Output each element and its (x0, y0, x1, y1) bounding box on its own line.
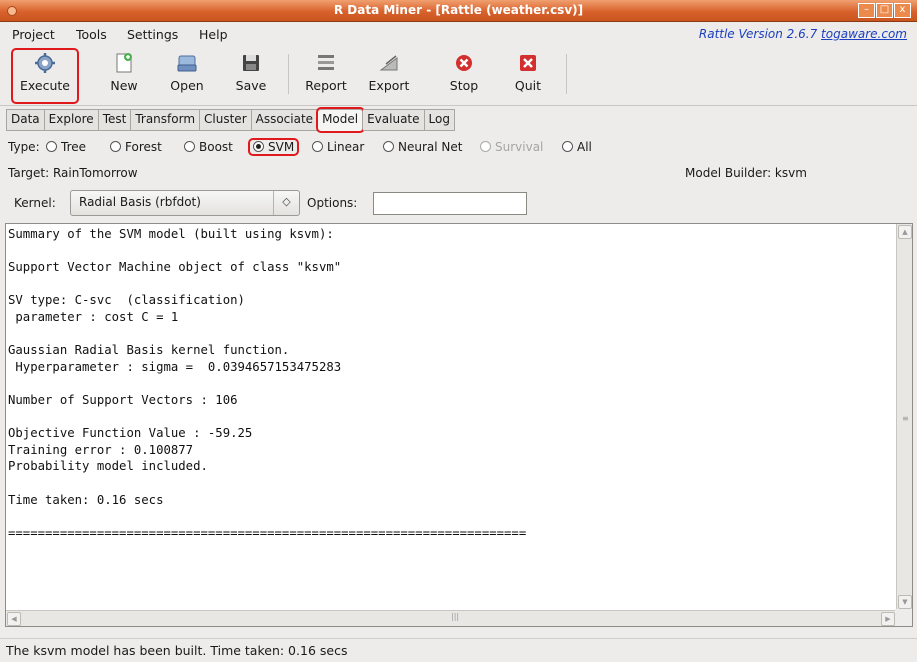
radio-label: Tree (61, 140, 87, 154)
radio-indicator (46, 141, 57, 152)
toolbar: Execute New Open Save Report Export Stop… (0, 46, 917, 106)
radio-label: All (577, 140, 592, 154)
scroll-up-icon[interactable]: ▲ (898, 225, 912, 239)
menu-settings[interactable]: Settings (127, 27, 178, 42)
title-bar: R Data Miner - [Rattle (weather.csv)] – … (0, 0, 917, 22)
save-label: Save (235, 78, 267, 93)
toolbar-separator (288, 54, 289, 94)
quit-icon (517, 52, 539, 74)
kernel-label: Kernel: (14, 196, 56, 210)
open-label: Open (170, 78, 204, 93)
new-file-icon (113, 52, 135, 74)
model-output-text: Summary of the SVM model (built using ks… (8, 227, 527, 540)
togaware-link[interactable]: togaware.com (821, 27, 907, 41)
target-label: Target: RainTomorrow (8, 166, 138, 180)
quit-button[interactable]: Quit (512, 50, 544, 102)
menu-project[interactable]: Project (12, 27, 55, 42)
scroll-grip-icon: ≡ (902, 414, 909, 423)
radio-tree[interactable]: Tree (46, 140, 86, 154)
minimize-button[interactable]: – (858, 3, 875, 18)
open-button[interactable]: Open (166, 50, 208, 102)
tab-cluster[interactable]: Cluster (200, 109, 252, 131)
radio-svm[interactable]: SVM (247, 138, 300, 156)
save-button[interactable]: Save (233, 50, 269, 102)
radio-label: Neural Net (398, 140, 463, 154)
model-type-row: Type: Tree Forest Boost SVM Linear Neura… (8, 138, 908, 158)
combo-arrow-icon: ◇ (273, 191, 299, 215)
options-label: Options: (307, 196, 358, 210)
radio-indicator (480, 141, 491, 152)
quit-label: Quit (514, 78, 542, 93)
tab-test[interactable]: Test (98, 109, 132, 131)
tab-log[interactable]: Log (424, 109, 455, 131)
execute-button[interactable]: Execute (11, 48, 79, 104)
export-button[interactable]: Export (365, 50, 413, 102)
radio-forest[interactable]: Forest (110, 140, 162, 154)
tab-transform[interactable]: Transform (131, 109, 201, 131)
stop-label: Stop (449, 78, 479, 93)
horizontal-scrollbar[interactable]: ◀ ||| ▶ (6, 610, 896, 626)
save-icon (240, 52, 262, 74)
scroll-right-icon[interactable]: ▶ (881, 612, 895, 626)
scroll-down-icon[interactable]: ▼ (898, 595, 912, 609)
kernel-select[interactable]: Radial Basis (rbfdot) ◇ (70, 190, 300, 216)
radio-label: Forest (125, 140, 162, 154)
report-icon (315, 52, 337, 74)
radio-label: Boost (199, 140, 233, 154)
maximize-button[interactable]: □ (876, 3, 893, 18)
vertical-scrollbar[interactable]: ▲ ≡ ▼ (896, 224, 912, 610)
tab-explore[interactable]: Explore (44, 109, 99, 131)
radio-indicator (110, 141, 121, 152)
model-output-textview[interactable]: Summary of the SVM model (built using ks… (5, 223, 913, 627)
radio-indicator (383, 141, 394, 152)
export-label: Export (368, 78, 410, 93)
tab-associate[interactable]: Associate (251, 109, 319, 131)
status-text: The ksvm model has been built. Time take… (6, 643, 348, 658)
radio-indicator (184, 141, 195, 152)
radio-indicator (312, 141, 323, 152)
radio-all[interactable]: All (562, 140, 592, 154)
export-icon (378, 52, 400, 74)
tab-data[interactable]: Data (6, 109, 45, 131)
radio-label: SVM (268, 140, 295, 154)
radio-indicator (562, 141, 573, 152)
scroll-corner (895, 609, 912, 626)
stop-icon (453, 52, 475, 74)
toolbar-separator (566, 54, 567, 94)
gear-icon (34, 52, 56, 74)
menu-help[interactable]: Help (199, 27, 228, 42)
radio-linear[interactable]: Linear (312, 140, 364, 154)
execute-label: Execute (20, 78, 70, 93)
menu-bar: Project Tools Settings Help Rattle Versi… (0, 22, 917, 46)
radio-neural-net[interactable]: Neural Net (383, 140, 462, 154)
version-text: Rattle Version 2.6.7 (698, 27, 818, 41)
options-input[interactable] (373, 192, 527, 215)
new-button[interactable]: New (104, 50, 144, 102)
new-label: New (110, 78, 138, 93)
notebook-tabs: Data Explore Test Transform Cluster Asso… (6, 107, 455, 133)
version-label: Rattle Version 2.6.7 togaware.com (699, 27, 907, 41)
window-title: R Data Miner - [Rattle (weather.csv)] (333, 3, 584, 17)
radio-survival: Survival (480, 140, 543, 154)
type-label: Type: (8, 140, 40, 154)
kernel-value: Radial Basis (rbfdot) (79, 195, 201, 209)
tab-model[interactable]: Model (316, 107, 366, 133)
radio-label: Survival (495, 140, 544, 154)
radio-boost[interactable]: Boost (184, 140, 233, 154)
open-icon (176, 52, 198, 74)
menu-tools[interactable]: Tools (76, 27, 107, 42)
stop-button[interactable]: Stop (447, 50, 481, 102)
status-bar: The ksvm model has been built. Time take… (0, 638, 917, 662)
scroll-left-icon[interactable]: ◀ (7, 612, 21, 626)
report-button[interactable]: Report (302, 50, 350, 102)
close-button[interactable]: x (894, 3, 911, 18)
radio-indicator (253, 141, 264, 152)
scroll-grip-icon: ||| (451, 612, 460, 621)
radio-label: Linear (327, 140, 365, 154)
report-label: Report (305, 78, 347, 93)
model-builder-label: Model Builder: ksvm (685, 166, 807, 180)
tab-evaluate[interactable]: Evaluate (363, 109, 425, 131)
